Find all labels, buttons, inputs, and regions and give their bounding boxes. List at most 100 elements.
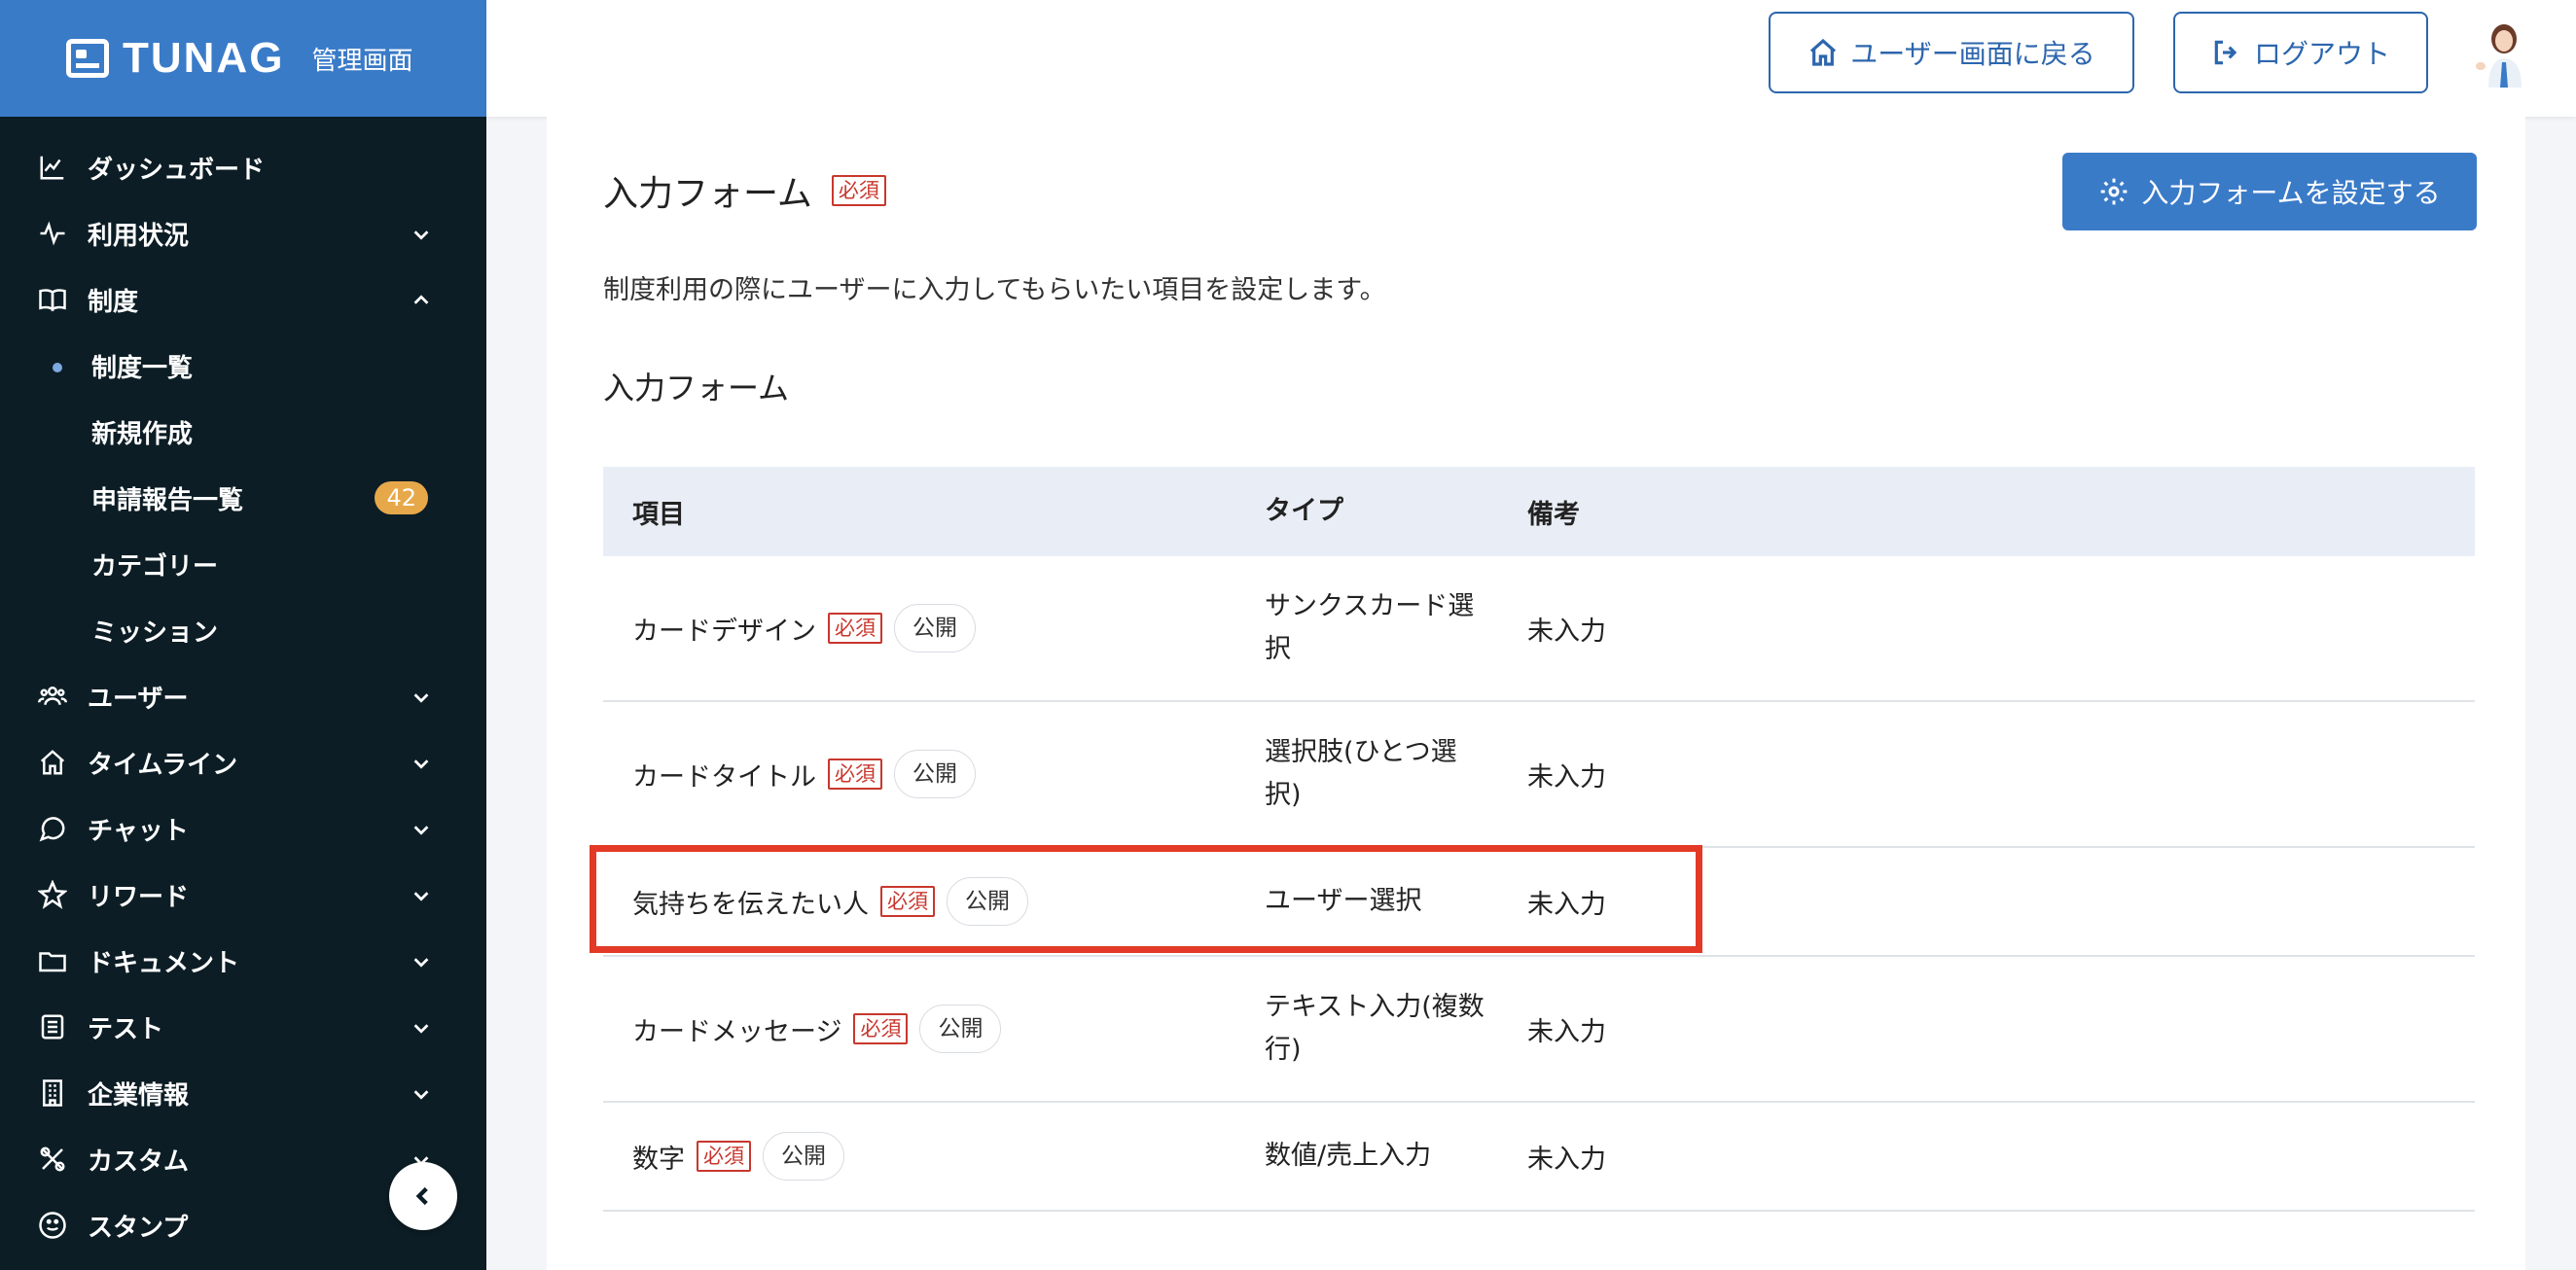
pulse-icon — [37, 218, 68, 249]
required-badge: 必須 — [831, 175, 886, 206]
sidebar-item-system[interactable]: 制度 — [0, 266, 486, 333]
type-cell: サンクスカード選択 — [1265, 591, 1475, 664]
checklist-icon — [37, 1011, 68, 1042]
home-icon — [1810, 38, 1837, 66]
tools-icon — [37, 1144, 68, 1175]
back-to-user-label: ユーザー画面に戻る — [1850, 38, 2095, 70]
note-cell: 未入力 — [1527, 616, 1606, 647]
required-badge: 必須 — [697, 1141, 751, 1172]
tunag-logo-icon — [66, 39, 109, 78]
configure-form-button[interactable]: 入力フォームを設定する — [2062, 153, 2477, 230]
required-badge: 必須 — [828, 613, 882, 644]
sidebar-item-document[interactable]: ドキュメント — [0, 928, 486, 994]
configure-form-label: 入力フォームを設定する — [2141, 177, 2441, 209]
sidebar-subitem-label: 制度一覧 — [91, 353, 194, 383]
sidebar-item-reward[interactable]: リワード — [0, 862, 486, 928]
sidebar-item-company[interactable]: 企業情報 — [0, 1060, 486, 1126]
note-cell: 未入力 — [1527, 761, 1606, 793]
sidebar-item-test[interactable]: テスト — [0, 994, 486, 1060]
brand-header[interactable]: TUNAG 管理画面 — [0, 0, 486, 117]
back-to-user-button[interactable]: ユーザー画面に戻る — [1769, 12, 2134, 93]
table-row[interactable]: カードデザイン 必須 公開 サンクスカード選択 未入力 — [603, 556, 2475, 702]
item-name: 数字 — [632, 1144, 685, 1175]
column-header-note: 備考 — [1527, 499, 1580, 530]
logout-button[interactable]: ログアウト — [2173, 12, 2428, 93]
required-badge: 必須 — [880, 886, 935, 917]
chart-line-icon — [37, 152, 68, 183]
table-header: 項目 タイプ 備考 — [603, 467, 2475, 556]
page-title: 入力フォーム — [603, 174, 812, 214]
sidebar-item-label: リワード — [88, 882, 190, 912]
note-cell: 未入力 — [1527, 1144, 1606, 1175]
chevron-down-icon — [411, 752, 432, 773]
chevron-down-icon — [411, 818, 432, 839]
sidebar-item-label: ユーザー — [88, 684, 189, 714]
item-cell: カードタイトル 必須 公開 — [603, 750, 1265, 798]
sidebar-subitem-label: 新規作成 — [91, 419, 194, 449]
form-table: 項目 タイプ 備考 カードデザイン 必須 公開 サンクスカード選択 未入力 カー… — [603, 467, 2475, 1212]
item-cell: カードデザイン 必須 公開 — [603, 604, 1265, 653]
home-icon — [37, 747, 68, 778]
sidebar-subitem-label: カテゴリー — [91, 551, 219, 582]
sidebar-subitem-category[interactable]: カテゴリー — [0, 531, 486, 597]
type-cell: テキスト入力(複数行) — [1265, 992, 1485, 1065]
building-icon — [37, 1077, 68, 1109]
sidebar-subitem-new[interactable]: 新規作成 — [0, 399, 486, 465]
item-name: カードタイトル — [632, 761, 816, 793]
section-description: 制度利用の際にユーザーに入力してもらいたい項目を設定します。 — [603, 275, 1386, 305]
required-badge: 必須 — [828, 758, 882, 790]
table-row[interactable]: カードタイトル 必須 公開 選択肢(ひとつ選択) 未入力 — [603, 702, 2475, 848]
star-icon — [37, 879, 68, 910]
chevron-down-icon — [411, 223, 432, 244]
sidebar-item-timeline[interactable]: タイムライン — [0, 729, 486, 795]
visibility-badge: 公開 — [894, 750, 976, 798]
chevron-left-icon — [415, 1186, 428, 1206]
item-name: カードメッセージ — [632, 1016, 842, 1047]
sidebar-item-label: チャット — [88, 816, 189, 846]
section-header: 入力フォーム 必須 — [603, 165, 886, 216]
sidebar-item-users[interactable]: ユーザー — [0, 663, 486, 729]
visibility-badge: 公開 — [947, 877, 1028, 926]
users-icon — [37, 681, 68, 712]
count-badge: 42 — [375, 481, 428, 514]
sidebar-item-label: 企業情報 — [88, 1080, 190, 1111]
chevron-down-icon — [411, 884, 432, 905]
chevron-up-icon — [411, 289, 432, 310]
sidebar-item-chat[interactable]: チャット — [0, 795, 486, 862]
sidebar-subitem-reports[interactable]: 申請報告一覧 42 — [0, 465, 486, 531]
table-row[interactable]: 数字 必須 公開 数値/売上入力 未入力 — [603, 1103, 2475, 1212]
logout-label: ログアウト — [2253, 38, 2390, 70]
sidebar: TUNAG 管理画面 ダッシュボード 利用状況 制度 制度一覧 新規作成 申請報… — [0, 0, 486, 1270]
sidebar-item-label: ドキュメント — [88, 948, 240, 978]
avatar[interactable] — [2469, 19, 2533, 88]
sidebar-item-dashboard[interactable]: ダッシュボード — [0, 134, 486, 200]
sidebar-subitem-label: ミッション — [91, 617, 219, 648]
sidebar-item-label: 制度 — [88, 287, 139, 317]
chat-icon — [37, 813, 68, 844]
visibility-badge: 公開 — [919, 1005, 1002, 1053]
table-row[interactable]: 気持ちを伝えたい人 必須 公開 ユーザー選択 未入力 — [603, 848, 2475, 957]
type-cell: 数値/売上入力 — [1265, 1141, 1432, 1171]
sidebar-item-label: 利用状況 — [88, 221, 190, 251]
sidebar-subitem-system-list[interactable]: 制度一覧 — [0, 333, 486, 399]
visibility-badge: 公開 — [763, 1132, 844, 1181]
visibility-badge: 公開 — [894, 604, 976, 653]
brand-subtitle: 管理画面 — [311, 46, 413, 76]
note-cell: 未入力 — [1527, 1016, 1606, 1047]
type-cell: 選択肢(ひとつ選択) — [1265, 737, 1457, 810]
note-cell: 未入力 — [1527, 889, 1606, 920]
chevron-down-icon — [411, 950, 432, 971]
table-row[interactable]: カードメッセージ 必須 公開 テキスト入力(複数行) 未入力 — [603, 957, 2475, 1103]
top-header: ユーザー画面に戻る ログアウト — [486, 0, 2576, 117]
sidebar-nav: ダッシュボード 利用状況 制度 制度一覧 新規作成 申請報告一覧 42 カテゴリ… — [0, 117, 486, 1258]
sidebar-item-label: テスト — [88, 1014, 164, 1044]
gear-icon — [2101, 178, 2128, 205]
sidebar-subitem-mission[interactable]: ミッション — [0, 597, 486, 663]
section-subtitle: 入力フォーム — [603, 370, 790, 406]
sidebar-item-usage[interactable]: 利用状況 — [0, 200, 486, 266]
required-badge: 必須 — [853, 1013, 909, 1044]
brand-name: TUNAG — [123, 34, 285, 82]
sidebar-collapse-button[interactable] — [389, 1162, 457, 1230]
smile-icon — [37, 1210, 68, 1241]
main-card: 入力フォーム 必須 入力フォームを設定する 制度利用の際にユーザーに入力してもら… — [547, 117, 2525, 1270]
